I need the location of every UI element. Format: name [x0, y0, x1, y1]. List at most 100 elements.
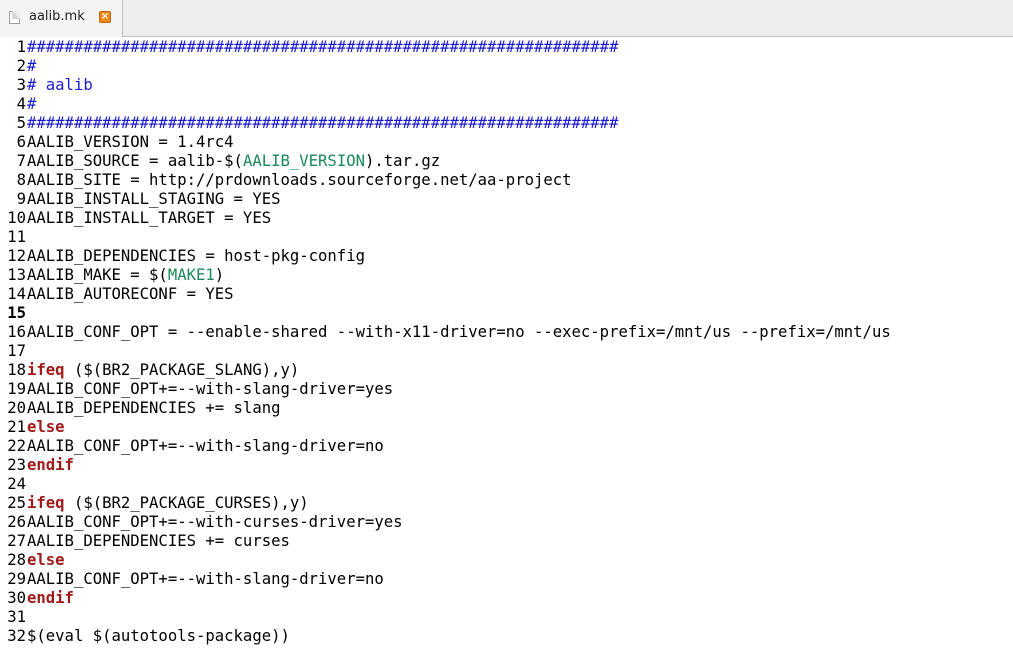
code-text: AALIB_INSTALL_TARGET = YES: [26, 209, 271, 228]
close-icon[interactable]: ×: [99, 11, 111, 23]
line-number: 3: [16, 76, 26, 94]
code-line[interactable]: 3 # aalib: [6, 76, 1013, 95]
code-token-plain: AALIB_CONF_OPT+=--with-curses-driver=yes: [27, 513, 403, 531]
code-line[interactable]: 31: [6, 608, 1013, 627]
line-number: 25: [7, 494, 26, 512]
line-number: 26: [7, 513, 26, 531]
code-text: # aalib: [26, 76, 93, 95]
code-text: else: [26, 418, 65, 437]
code-line[interactable]: 30 endif: [6, 589, 1013, 608]
code-text: AALIB_AUTORECONF = YES: [26, 285, 234, 304]
code-token-keyword: ifeq: [27, 361, 65, 379]
code-line[interactable]: 14 AALIB_AUTORECONF = YES: [6, 285, 1013, 304]
line-number: 24: [7, 475, 26, 493]
line-number: 9: [16, 190, 26, 208]
code-line[interactable]: 25 ifeq ($(BR2_PACKAGE_CURSES),y): [6, 494, 1013, 513]
line-number: 8: [16, 171, 26, 189]
code-token-comment: ########################################…: [27, 38, 619, 56]
code-text: AALIB_DEPENDENCIES += slang: [26, 399, 280, 418]
code-text: endif: [26, 589, 74, 608]
code-text: AALIB_VERSION = 1.4rc4: [26, 133, 234, 152]
code-line[interactable]: 28 else: [6, 551, 1013, 570]
code-token-comment: # aalib: [27, 76, 93, 94]
code-token-plain: AALIB_CONF_OPT+=--with-slang-driver=no: [27, 570, 384, 588]
code-token-comment: #: [27, 95, 37, 113]
line-number: 18: [7, 361, 26, 379]
line-number: 21: [7, 418, 26, 436]
line-number: 20: [7, 399, 26, 417]
code-line[interactable]: 24: [6, 475, 1013, 494]
code-line[interactable]: 13 AALIB_MAKE = $(MAKE1): [6, 266, 1013, 285]
line-number: 16: [7, 323, 26, 341]
code-line[interactable]: 19 AALIB_CONF_OPT+=--with-slang-driver=ye…: [6, 380, 1013, 399]
line-number: 22: [7, 437, 26, 455]
code-line[interactable]: 11: [6, 228, 1013, 247]
code-line[interactable]: 27 AALIB_DEPENDENCIES += curses: [6, 532, 1013, 551]
code-line[interactable]: 26 AALIB_CONF_OPT+=--with-curses-driver=y…: [6, 513, 1013, 532]
tab-title: aalib.mk: [29, 9, 85, 24]
code-line[interactable]: 18 ifeq ($(BR2_PACKAGE_SLANG),y): [6, 361, 1013, 380]
code-token-plain: ).tar.gz: [365, 152, 441, 170]
code-line[interactable]: 6 AALIB_VERSION = 1.4rc4: [6, 133, 1013, 152]
line-number: 23: [7, 456, 26, 474]
code-line[interactable]: 23 endif: [6, 456, 1013, 475]
line-number: 6: [16, 133, 26, 151]
code-token-plain: $(eval $(autotools-package)): [27, 627, 290, 645]
code-line[interactable]: 4 #: [6, 95, 1013, 114]
code-line[interactable]: 9 AALIB_INSTALL_STAGING = YES: [6, 190, 1013, 209]
code-token-comment: ########################################…: [27, 114, 619, 132]
code-text: else: [26, 551, 65, 570]
line-number: 7: [16, 152, 26, 170]
code-line[interactable]: 15: [6, 304, 1013, 323]
code-line[interactable]: 17: [6, 342, 1013, 361]
code-text: AALIB_SITE = http://prdownloads.sourcefo…: [26, 171, 572, 190]
code-text: AALIB_CONF_OPT+=--with-slang-driver=no: [26, 437, 384, 456]
tab-aalib-mk[interactable]: aalib.mk ×: [0, 0, 123, 37]
code-line[interactable]: 22 AALIB_CONF_OPT+=--with-slang-driver=no: [6, 437, 1013, 456]
code-text: #: [26, 57, 36, 76]
code-text: AALIB_SOURCE = aalib-$(AALIB_VERSION).ta…: [26, 152, 440, 171]
code-token-keyword: else: [27, 418, 65, 436]
code-line[interactable]: 8 AALIB_SITE = http://prdownloads.sourcef…: [6, 171, 1013, 190]
code-text: AALIB_CONF_OPT+=--with-curses-driver=yes: [26, 513, 403, 532]
code-line[interactable]: 21 else: [6, 418, 1013, 437]
code-text: ifeq ($(BR2_PACKAGE_CURSES),y): [26, 494, 309, 513]
code-line[interactable]: 12 AALIB_DEPENDENCIES = host-pkg-config: [6, 247, 1013, 266]
code-text: AALIB_DEPENDENCIES += curses: [26, 532, 290, 551]
code-line[interactable]: 16 AALIB_CONF_OPT = --enable-shared --wit…: [6, 323, 1013, 342]
line-number: 14: [7, 285, 26, 303]
code-token-plain: AALIB_CONF_OPT = --enable-shared --with-…: [27, 323, 891, 341]
line-number: 15: [7, 304, 26, 322]
line-number: 10: [7, 209, 26, 227]
line-number: 32: [7, 627, 26, 645]
code-token-plain: AALIB_MAKE = $(: [27, 266, 168, 284]
code-token-var: MAKE1: [167, 266, 215, 284]
code-line[interactable]: 1 #######################################…: [6, 38, 1013, 57]
code-text: AALIB_DEPENDENCIES = host-pkg-config: [26, 247, 365, 266]
line-number: 4: [16, 95, 26, 113]
code-token-plain: AALIB_AUTORECONF = YES: [27, 285, 234, 303]
code-line[interactable]: 10 AALIB_INSTALL_TARGET = YES: [6, 209, 1013, 228]
code-token-plain: ($(BR2_PACKAGE_CURSES),y): [64, 494, 309, 512]
code-line[interactable]: 32 $(eval $(autotools-package)): [6, 627, 1013, 646]
code-line[interactable]: 7 AALIB_SOURCE = aalib-$(AALIB_VERSION).t…: [6, 152, 1013, 171]
code-token-plain: AALIB_SOURCE = aalib-$(: [27, 152, 243, 170]
code-text: #: [26, 95, 36, 114]
code-editor[interactable]: 1 #######################################…: [0, 38, 1013, 668]
code-token-plain: ($(BR2_PACKAGE_SLANG),y): [64, 361, 300, 379]
code-line[interactable]: 20 AALIB_DEPENDENCIES += slang: [6, 399, 1013, 418]
code-token-keyword: endif: [27, 589, 74, 607]
code-text: ########################################…: [26, 114, 618, 133]
line-number: 11: [7, 228, 26, 246]
code-line[interactable]: 5 #######################################…: [6, 114, 1013, 133]
code-line[interactable]: 2 #: [6, 57, 1013, 76]
code-line[interactable]: 29 AALIB_CONF_OPT+=--with-slang-driver=no: [6, 570, 1013, 589]
line-number: 5: [16, 114, 26, 132]
code-token-keyword: else: [27, 551, 65, 569]
tab-bar: aalib.mk ×: [0, 0, 1013, 37]
code-token-keyword: ifeq: [27, 494, 65, 512]
code-token-plain: AALIB_DEPENDENCIES += slang: [27, 399, 281, 417]
